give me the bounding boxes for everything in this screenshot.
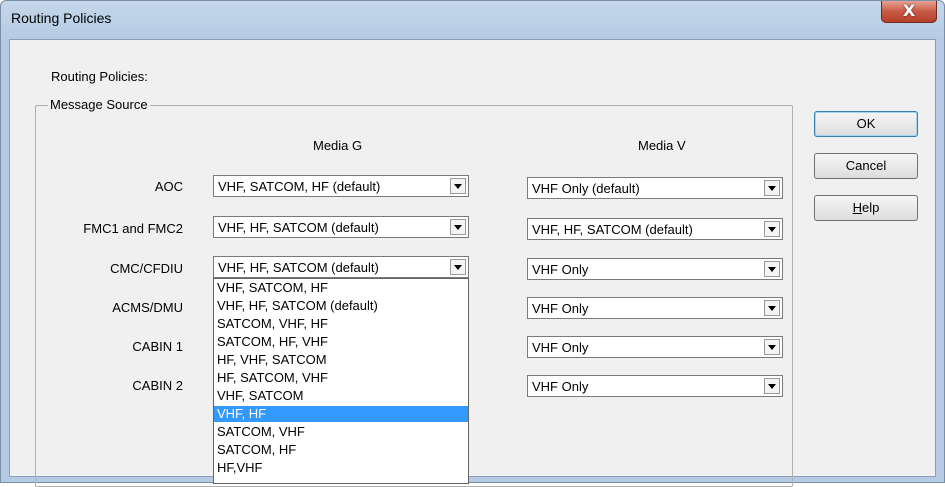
fmc-media-v-select[interactable]: VHF, HF, SATCOM (default) (527, 218, 783, 240)
cancel-button[interactable]: Cancel (814, 153, 918, 179)
selected-value: VHF, SATCOM, HF (default) (218, 179, 381, 194)
title-bar[interactable]: Routing Policies X (1, 1, 944, 31)
dropdown-option[interactable]: SATCOM, VHF (214, 424, 468, 440)
help-mnemonic: H (852, 200, 863, 215)
dropdown-option[interactable]: VHF, SATCOM (214, 388, 468, 404)
selected-value: VHF Only (532, 262, 589, 277)
row-label-cabin2: CABIN 2 (132, 378, 183, 393)
window-title: Routing Policies (11, 10, 112, 26)
chevron-down-icon[interactable] (450, 219, 466, 235)
selected-value: VHF, HF, SATCOM (default) (532, 222, 693, 237)
column-header-media-v: Media V (638, 138, 686, 153)
acms-media-v-select[interactable]: VHF Only (527, 297, 783, 319)
dropdown-option[interactable]: HF, VHF, SATCOM (214, 352, 468, 368)
selected-value: VHF Only (532, 379, 589, 394)
aoc-media-v-select[interactable]: VHF Only (default) (527, 177, 783, 199)
fmc-media-g-select[interactable]: VHF, HF, SATCOM (default) (213, 216, 469, 238)
cmc-media-g-dropdown-list[interactable]: VHF, SATCOM, HF VHF, HF, SATCOM (default… (213, 278, 469, 484)
dialog-heading: Routing Policies: (51, 69, 148, 84)
chevron-down-icon[interactable] (764, 180, 780, 196)
cabin1-media-v-select[interactable]: VHF Only (527, 336, 783, 358)
selected-value: VHF Only (default) (532, 181, 640, 196)
row-label-aoc: AOC (154, 179, 183, 194)
chevron-down-icon[interactable] (764, 378, 780, 394)
row-label-acms: ACMS/DMU (112, 300, 183, 315)
chevron-down-icon[interactable] (450, 259, 466, 275)
dropdown-option-highlighted[interactable]: VHF, HF (214, 406, 468, 422)
row-label-cmc: CMC/CFDIU (110, 261, 183, 276)
chevron-down-icon[interactable] (450, 178, 466, 194)
chevron-down-icon[interactable] (764, 339, 780, 355)
chevron-down-icon[interactable] (764, 221, 780, 237)
help-label: elp (862, 200, 880, 215)
close-button[interactable]: X (881, 1, 937, 23)
cmc-media-v-select[interactable]: VHF Only (527, 258, 783, 280)
dropdown-option[interactable]: VHF, HF, SATCOM (default) (214, 298, 468, 314)
dropdown-option[interactable]: SATCOM, HF (214, 442, 468, 458)
selected-value: VHF Only (532, 340, 589, 355)
dropdown-option[interactable]: HF,VHF (214, 460, 468, 476)
cmc-media-g-select[interactable]: VHF, HF, SATCOM (default) (213, 256, 469, 278)
row-label-fmc: FMC1 and FMC2 (83, 221, 183, 236)
chevron-down-icon[interactable] (764, 300, 780, 316)
ok-button[interactable]: OK (814, 111, 918, 137)
chevron-down-icon[interactable] (764, 261, 780, 277)
selected-value: VHF, HF, SATCOM (default) (218, 260, 379, 275)
help-button[interactable]: Help (814, 195, 918, 221)
row-label-cabin1: CABIN 1 (132, 339, 183, 354)
routing-policies-window: Routing Policies X Routing Policies: Mes… (0, 0, 945, 487)
selected-value: VHF, HF, SATCOM (default) (218, 220, 379, 235)
dropdown-option[interactable]: SATCOM, VHF, HF (214, 316, 468, 332)
group-label: Message Source (48, 97, 150, 112)
close-icon: X (902, 1, 916, 20)
aoc-media-g-select[interactable]: VHF, SATCOM, HF (default) (213, 175, 469, 197)
dropdown-option[interactable]: VHF, SATCOM, HF (214, 280, 468, 296)
dropdown-option[interactable]: HF, SATCOM, VHF (214, 370, 468, 386)
column-header-media-g: Media G (313, 138, 363, 153)
selected-value: VHF Only (532, 301, 589, 316)
dropdown-option[interactable]: SATCOM, HF, VHF (214, 334, 468, 350)
cabin2-media-v-select[interactable]: VHF Only (527, 375, 783, 397)
